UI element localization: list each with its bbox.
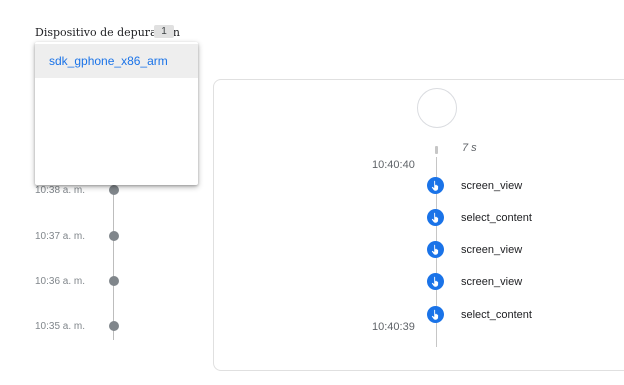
event-stream-card <box>213 79 624 371</box>
touch-icon <box>427 209 444 226</box>
device-count-badge[interactable]: 1 <box>154 25 174 38</box>
touch-icon <box>427 177 444 194</box>
minute-label: 10:35 a. m. <box>35 321 86 332</box>
minute-dot[interactable] <box>109 185 119 195</box>
minute-label: 10:36 a. m. <box>35 276 86 287</box>
duration-label: 7 s <box>462 142 477 154</box>
minute-label: 10:37 a. m. <box>35 231 86 242</box>
touch-icon <box>427 306 444 323</box>
event-name[interactable]: screen_view <box>461 244 522 256</box>
event-name[interactable]: screen_view <box>461 276 522 288</box>
device-option[interactable]: sdk_gphone_x86_arm <box>35 44 198 78</box>
minute-dot[interactable] <box>109 231 119 241</box>
event-name[interactable]: select_content <box>461 212 532 224</box>
minute-label: 10:38 a. m. <box>35 185 86 196</box>
touch-icon <box>427 273 444 290</box>
device-dropdown-menu: sdk_gphone_x86_arm <box>35 42 198 185</box>
minute-dot[interactable] <box>109 321 119 331</box>
event-name[interactable]: select_content <box>461 309 532 321</box>
event-name[interactable]: screen_view <box>461 180 522 192</box>
session-start-circle <box>417 88 457 128</box>
minute-dot[interactable] <box>109 276 119 286</box>
timestamp-start: 10:40:40 <box>372 159 415 171</box>
timestamp-end: 10:40:39 <box>372 321 415 333</box>
duration-bar <box>435 146 438 154</box>
touch-icon <box>427 241 444 258</box>
